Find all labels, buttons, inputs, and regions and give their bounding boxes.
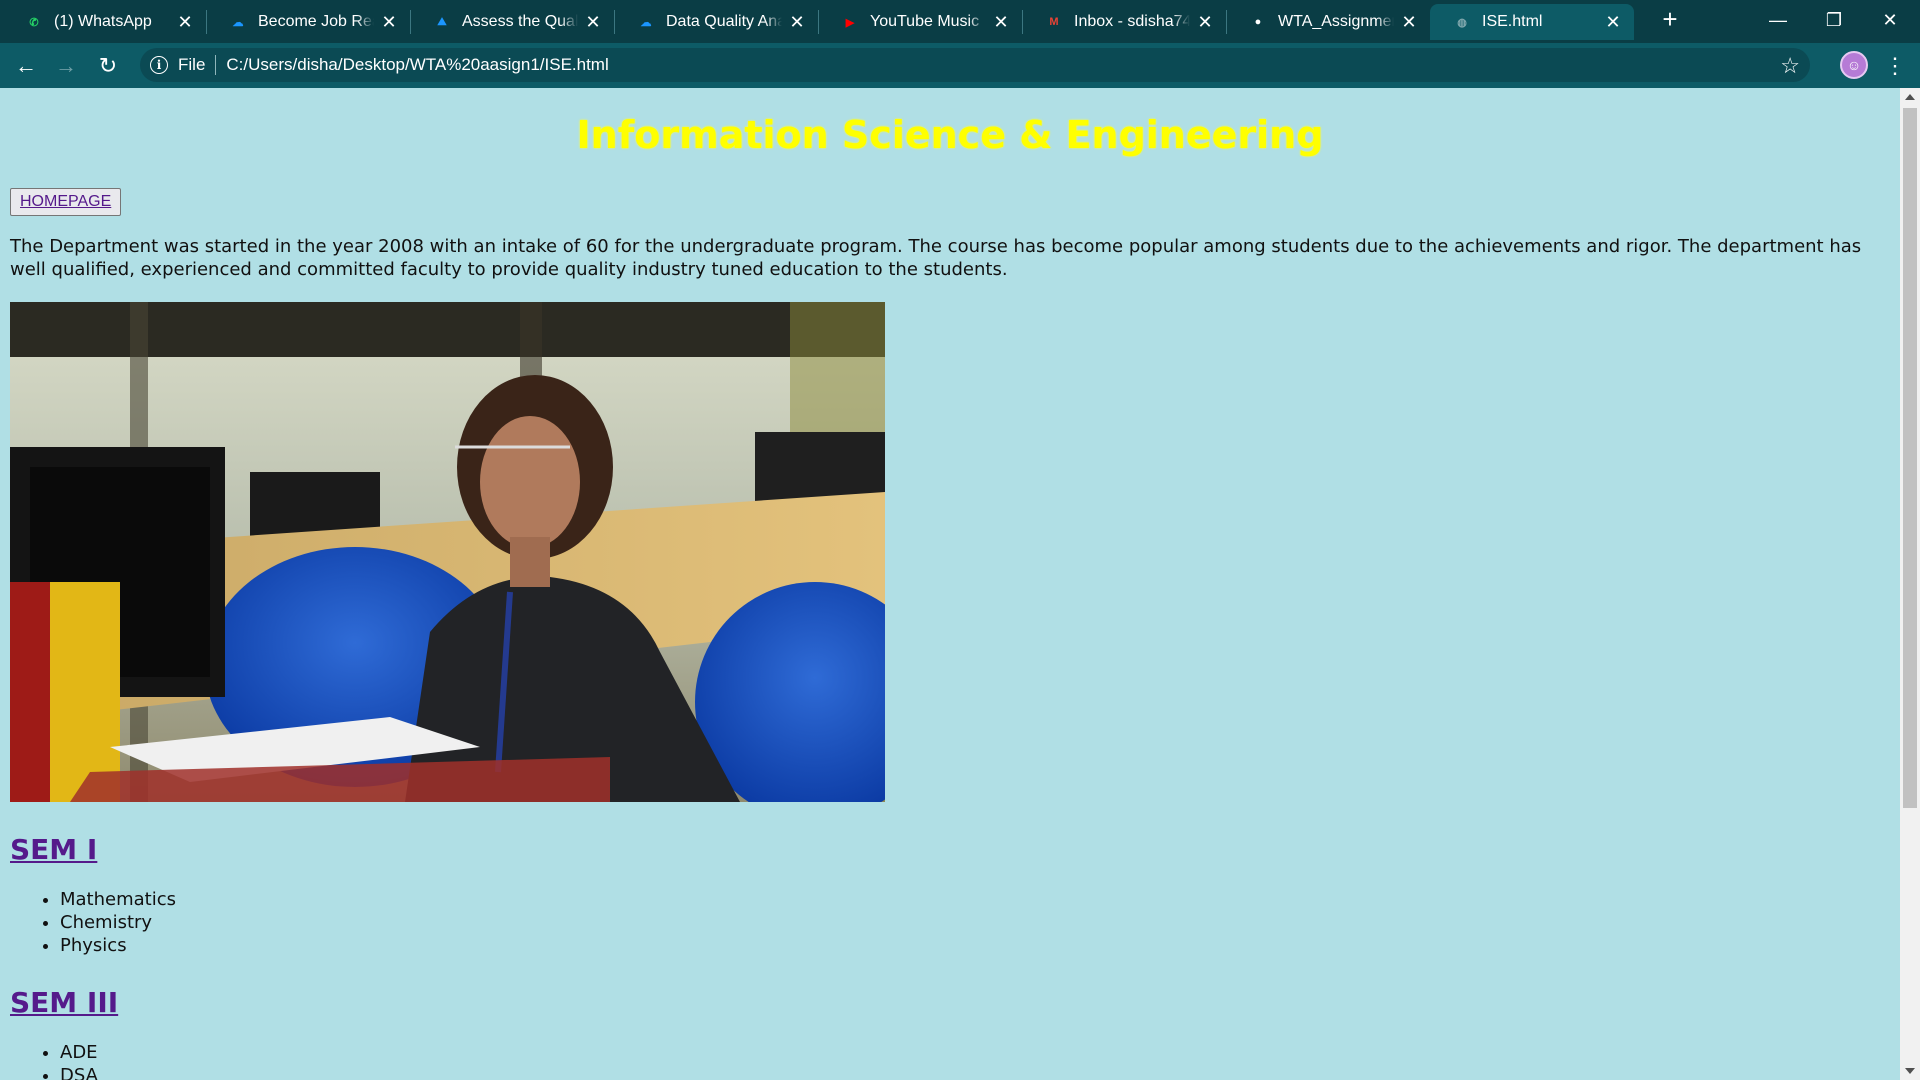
tab-title: Become Job Ready [258,13,374,30]
salesforce-cloud-icon: ☁ [640,16,652,29]
subject-item: Mathematics [60,888,176,911]
tab-close-icon[interactable]: ✕ [1602,11,1624,33]
tab-title: WTA_Assignment/ [1278,13,1394,30]
trailhead-icon: ⛰ [437,15,447,28]
tab-close-icon[interactable]: ✕ [378,11,400,33]
student-photo [10,302,885,802]
subject-list: MathematicsChemistryPhysics [60,888,176,957]
tab-close-icon[interactable]: ✕ [174,11,196,33]
tab-3[interactable]: ⛰ Assess the Quality✕ [410,4,614,40]
browser-menu-icon[interactable]: ⋮ [1880,50,1910,82]
scroll-up-arrow-icon[interactable] [1905,94,1915,100]
github-icon: ● [1254,16,1262,28]
reload-button[interactable]: ↻ [92,50,124,82]
tab-5[interactable]: ▶ YouTube Music ✕ [818,4,1022,40]
bookmark-star-icon[interactable]: ☆ [1780,53,1800,79]
tab-title: Assess the Quality [462,13,578,30]
tab-4[interactable]: ☁ Data Quality Analy✕ [614,4,818,40]
globe-icon: ◍ [1457,16,1467,29]
tab-2[interactable]: ☁ Become Job Ready✕ [206,4,410,40]
scrollbar-thumb[interactable] [1903,108,1917,808]
tab-strip: ✆(1) WhatsApp✕☁Become Job Ready✕⛰Assess … [0,0,1920,43]
address-url[interactable]: C:/Users/disha/Desktop/WTA%20aasign1/ISE… [226,55,608,75]
tab-close-icon[interactable]: ✕ [1194,11,1216,33]
address-divider [215,55,217,75]
tab-1[interactable]: ✆ (1) WhatsApp ✕ [2,4,206,40]
semester-heading[interactable]: SEM III [10,986,118,1019]
salesforce-cloud-icon: ☁ [232,16,244,29]
page-title: Information Science & Engineering [576,113,1324,157]
page-scrollbar[interactable] [1900,88,1920,1080]
tab-7[interactable]: ● WTA_Assignment/✕ [1226,4,1430,40]
tab-6[interactable]: M Inbox - sdisha741(✕ [1022,4,1226,40]
tab-8[interactable]: ◍ ISE.html ✕ [1430,4,1634,40]
address-bar[interactable]: i File C:/Users/disha/Desktop/WTA%20aasi… [140,48,1810,82]
maximize-button[interactable]: ❐ [1806,0,1862,40]
address-scheme: File [178,55,206,74]
close-window-button[interactable]: ✕ [1862,0,1918,40]
department-intro: The Department was started in the year 2… [10,236,1862,280]
tab-title: YouTube Music [870,13,980,30]
tab-close-icon[interactable]: ✕ [990,11,1012,33]
tab-title: Data Quality Analy [666,13,782,30]
tab-title: Inbox - sdisha741( [1074,13,1190,30]
whatsapp-icon: ✆ [29,16,39,29]
minimize-button[interactable]: — [1750,0,1806,40]
gmail-icon: M [1049,16,1059,28]
tab-title: (1) WhatsApp [54,13,152,30]
site-info-icon[interactable]: i [150,56,168,74]
subject-list: ADEDSA [60,1041,98,1080]
profile-avatar[interactable]: ☺ [1840,51,1868,79]
browser-toolbar: ← → ↻ i File C:/Users/disha/Desktop/WTA%… [0,43,1920,88]
subject-item: Physics [60,934,176,957]
forward-button[interactable]: → [50,50,82,82]
tab-close-icon[interactable]: ✕ [786,11,808,33]
tab-close-icon[interactable]: ✕ [1398,11,1420,33]
subject-item: Chemistry [60,911,176,934]
page-viewport: Information Science & Engineering HOMEPA… [0,88,1920,1080]
tab-close-icon[interactable]: ✕ [582,11,604,33]
tab-title: ISE.html [1482,13,1543,30]
homepage-button[interactable]: HOMEPAGE [10,188,122,216]
subject-item: ADE [60,1041,98,1064]
back-button[interactable]: ← [10,50,42,82]
new-tab-button[interactable]: + [1656,6,1684,34]
scroll-down-arrow-icon[interactable] [1905,1068,1915,1074]
youtube-music-icon: ▶ [845,16,855,29]
subject-item: DSA [60,1064,98,1080]
semester-heading[interactable]: SEM I [10,833,97,866]
